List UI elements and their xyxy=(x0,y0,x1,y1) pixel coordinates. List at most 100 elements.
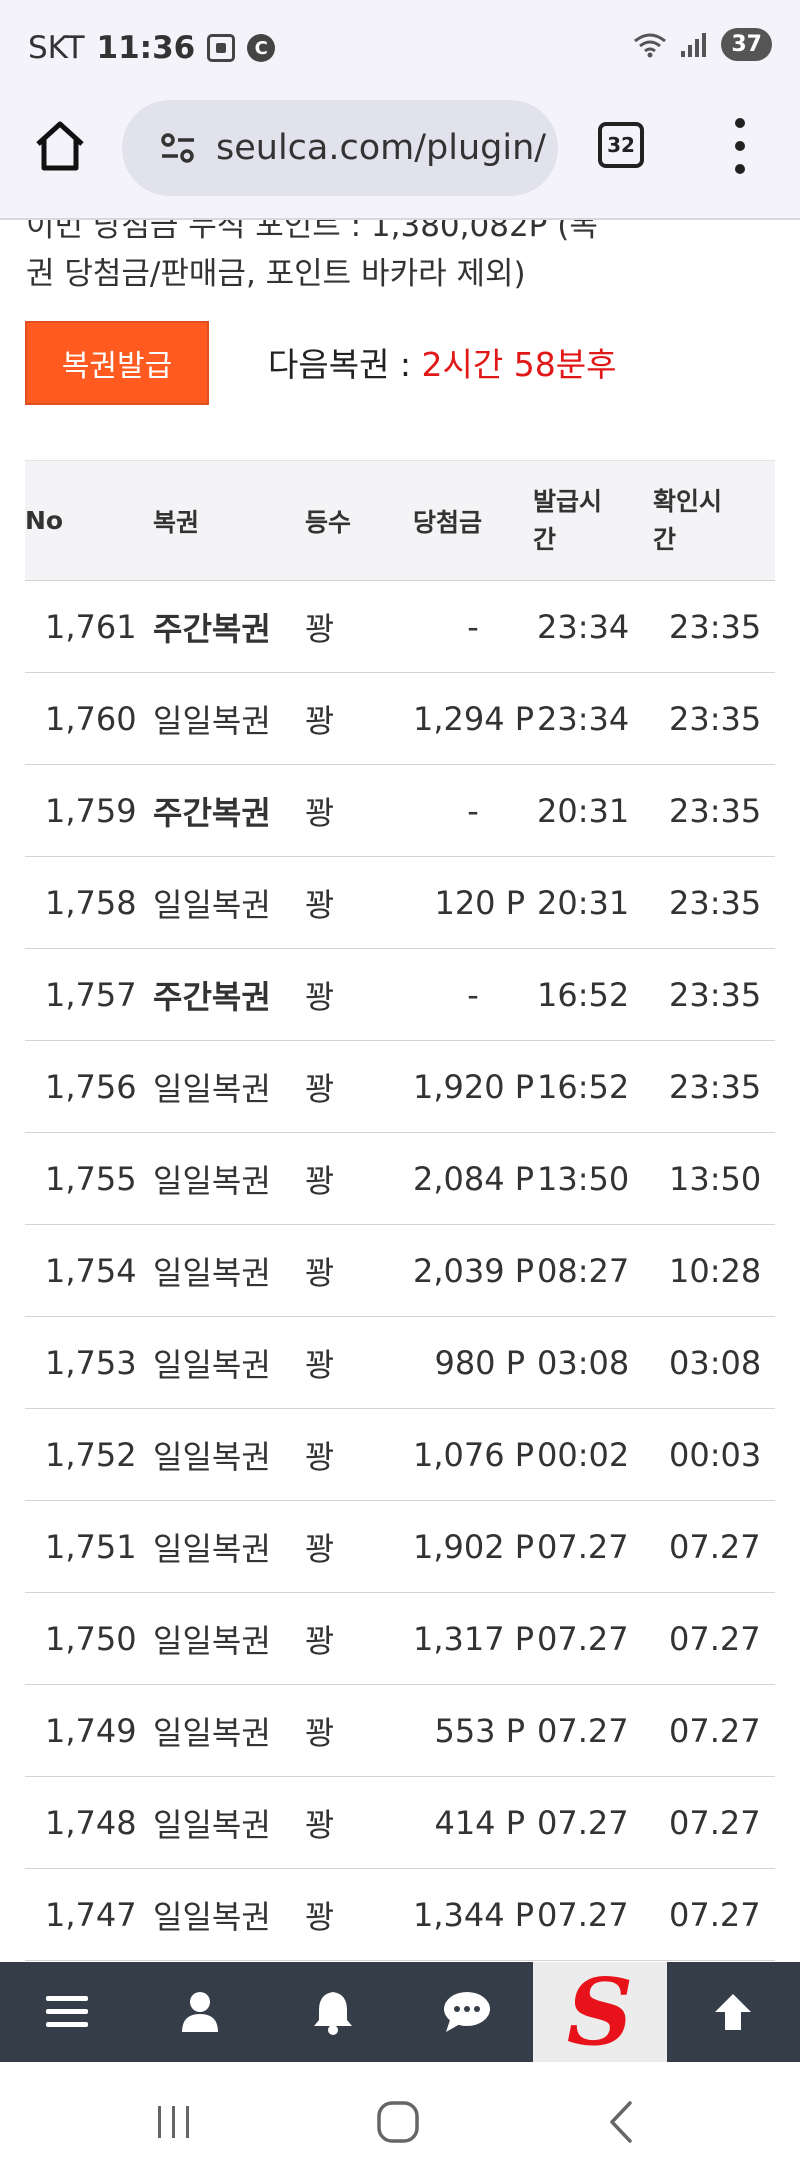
header-prize: 당첨금 xyxy=(413,460,533,581)
cell-issue-time: 13:50 xyxy=(533,1132,653,1225)
cell-prize: 1,076 P xyxy=(413,1408,534,1501)
home-button[interactable] xyxy=(30,116,90,176)
cell-rank: 꽝 xyxy=(305,1592,413,1685)
cell-prize: 1,902 P xyxy=(413,1500,534,1593)
cell-check-time: 23:35 xyxy=(653,764,775,857)
cell-no: 1,754 xyxy=(25,1224,153,1317)
table-row: 1,751 일일복권 꽝 1,902 P 07.27 07.27 xyxy=(25,1500,775,1593)
cell-issue-time: 07.27 xyxy=(533,1684,653,1777)
menu-dot xyxy=(735,141,745,151)
site-settings-icon[interactable] xyxy=(158,128,198,168)
cell-check-time: 07.27 xyxy=(653,1684,775,1777)
table-row: 1,760 일일복권 꽝 1,294 P 23:34 23:35 xyxy=(25,672,775,765)
cell-type: 주간복권 xyxy=(153,948,305,1041)
signal-icon xyxy=(681,32,707,57)
lottery-table: No 복권 등수 당첨금 발급시 간 확인시 간 1,761 주간복권 꽝 -23:34 2… xyxy=(25,460,775,1961)
cell-issue-time: 03:08 xyxy=(533,1316,653,1409)
header-type: 복권 xyxy=(153,460,305,581)
nav-notification-button[interactable] xyxy=(267,1962,400,2062)
nav-menu-button[interactable] xyxy=(0,1962,133,2062)
cell-type: 일일복권 xyxy=(153,1040,305,1133)
cell-check-time: 10:28 xyxy=(653,1224,775,1317)
cell-check-time: 23:35 xyxy=(653,580,775,673)
cell-check-time: 07.27 xyxy=(653,1500,775,1593)
cell-prize: 2,084 P xyxy=(413,1132,534,1225)
cell-check-time: 07.27 xyxy=(653,1776,775,1869)
cell-rank: 꽝 xyxy=(305,1500,413,1593)
issue-lottery-button[interactable]: 복권발급 xyxy=(25,321,209,405)
cell-prize: 553 P xyxy=(413,1684,533,1777)
scroll-top-button[interactable] xyxy=(667,1962,800,2062)
browser-menu-button[interactable] xyxy=(724,118,756,174)
cell-type: 주간복권 xyxy=(153,580,305,673)
clock: 11:36 xyxy=(96,30,196,66)
nav-user-button[interactable] xyxy=(133,1962,266,2062)
cell-prize: 120 P xyxy=(413,856,533,949)
cell-no: 1,761 xyxy=(25,580,153,673)
cell-type: 일일복권 xyxy=(153,1224,305,1317)
header-check-time-line1: 확인시 xyxy=(653,486,723,516)
header-no: No xyxy=(25,460,153,581)
cell-check-time: 07.27 xyxy=(653,1592,775,1685)
cell-no: 1,748 xyxy=(25,1776,153,1869)
cell-check-time: 13:50 xyxy=(653,1132,775,1225)
url-bar[interactable]: seulca.com/plugin/ xyxy=(122,100,558,196)
cell-check-time: 07.27 xyxy=(653,1868,775,1961)
tab-switcher-button[interactable]: 32 xyxy=(598,122,644,168)
cell-prize: 2,039 P xyxy=(413,1224,534,1317)
table-row: 1,752 일일복권 꽝 1,076 P 00:02 00:03 xyxy=(25,1408,775,1501)
header-rank: 등수 xyxy=(305,460,413,581)
cell-type: 일일복권 xyxy=(153,1500,305,1593)
c-notification-icon: C xyxy=(247,34,276,62)
cell-rank: 꽝 xyxy=(305,1316,413,1409)
cell-check-time: 23:35 xyxy=(653,1040,775,1133)
cell-rank: 꽝 xyxy=(305,580,413,673)
cell-no: 1,752 xyxy=(25,1408,153,1501)
cell-check-time: 23:35 xyxy=(653,856,775,949)
cell-no: 1,750 xyxy=(25,1592,153,1685)
cell-type: 주간복권 xyxy=(153,764,305,857)
table-header-row: No 복권 등수 당첨금 발급시 간 확인시 간 xyxy=(25,460,775,581)
site-logo-button[interactable]: S xyxy=(533,1962,667,2062)
table-row: 1,757 주간복권 꽝 -16:52 23:35 xyxy=(25,948,775,1041)
cell-prize: - xyxy=(413,764,533,857)
cell-rank: 꽝 xyxy=(305,1684,413,1777)
next-lottery-label: 다음복권 : xyxy=(268,345,422,384)
url-text: seulca.com/plugin/ xyxy=(216,128,547,168)
cell-prize: 1,317 P xyxy=(413,1592,534,1685)
system-navigation-bar xyxy=(0,2062,800,2180)
battery-indicator: 37 xyxy=(721,28,772,61)
cell-prize: 414 P xyxy=(413,1776,533,1869)
table-row: 1,754 일일복권 꽝 2,039 P 08:27 10:28 xyxy=(25,1224,775,1317)
cell-type: 일일복권 xyxy=(153,1684,305,1777)
cell-type: 일일복권 xyxy=(153,1408,305,1501)
table-row: 1,755 일일복권 꽝 2,084 P 13:50 13:50 xyxy=(25,1132,775,1225)
next-lottery-info: 다음복권 : 2시간 58분후 xyxy=(268,338,616,386)
header-issue-time-line1: 발급시 xyxy=(533,486,603,516)
cell-issue-time: 16:52 xyxy=(533,948,653,1041)
cell-issue-time: 00:02 xyxy=(533,1408,653,1501)
back-icon xyxy=(610,2101,632,2143)
notice-text: 권 당첨금/판매금, 포인트 바카라 제외) xyxy=(26,256,526,292)
cell-rank: 꽝 xyxy=(305,1776,413,1869)
table-row: 1,750 일일복권 꽝 1,317 P 07.27 07.27 xyxy=(25,1592,775,1685)
cell-prize: 1,294 P xyxy=(413,672,534,765)
cell-rank: 꽝 xyxy=(305,1408,413,1501)
wifi-icon xyxy=(634,33,667,57)
browser-toolbar: seulca.com/plugin/ 32 xyxy=(0,96,800,220)
cell-type: 일일복권 xyxy=(153,856,305,949)
next-lottery-remaining: 2시간 58분후 xyxy=(421,345,617,384)
menu-dot xyxy=(735,164,745,174)
cell-check-time: 23:35 xyxy=(653,672,775,765)
cell-rank: 꽝 xyxy=(305,1868,413,1961)
back-button[interactable] xyxy=(592,2092,652,2152)
cell-issue-time: 07.27 xyxy=(533,1500,653,1593)
header-check-time: 확인시 간 xyxy=(653,460,775,581)
recent-apps-button[interactable] xyxy=(144,2092,204,2152)
cell-no: 1,757 xyxy=(25,948,153,1041)
home-nav-button[interactable] xyxy=(368,2092,428,2152)
table-row: 1,753 일일복권 꽝 980 P 03:08 03:08 xyxy=(25,1316,775,1409)
table-row: 1,756 일일복권 꽝 1,920 P 16:52 23:35 xyxy=(25,1040,775,1133)
nav-chat-button[interactable] xyxy=(400,1962,533,2062)
table-row: 1,761 주간복권 꽝 -23:34 23:35 xyxy=(25,580,775,673)
